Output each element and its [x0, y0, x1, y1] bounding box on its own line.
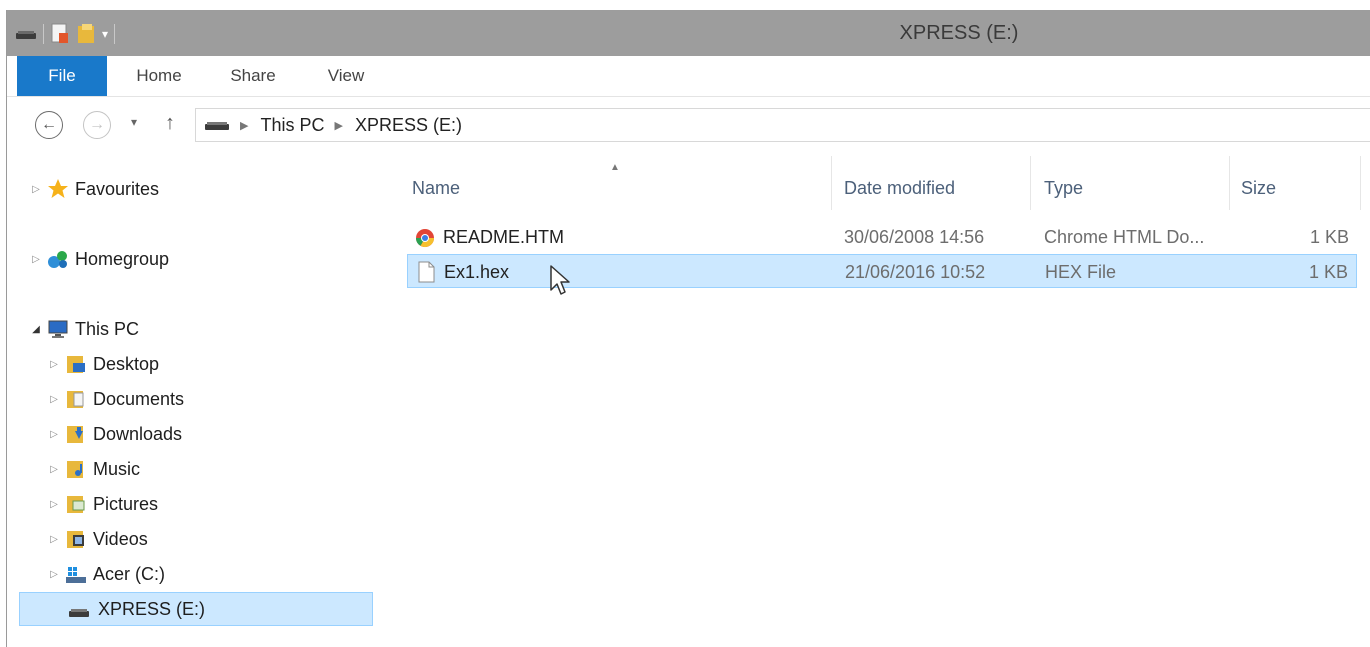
blank-file-icon [418, 261, 435, 283]
computer-icon [48, 320, 68, 338]
navigation-pane: ▷ Favourites ▷ Homegroup ◢ This PC ▷ Des… [7, 156, 377, 647]
expand-arrow-icon[interactable]: ▷ [47, 464, 61, 475]
expand-arrow-icon[interactable]: ▷ [47, 569, 61, 580]
documents-folder-icon [67, 391, 84, 408]
music-folder-icon [67, 461, 83, 478]
expand-arrow-icon[interactable]: ▷ [47, 499, 61, 510]
homegroup-icon [48, 251, 67, 268]
back-arrow-icon: ← [41, 116, 57, 133]
nav-label: Videos [93, 528, 148, 549]
nav-label: XPRESS (E:) [98, 598, 206, 619]
system-drive-icon [66, 567, 86, 583]
up-arrow-icon: ↑ [165, 112, 175, 134]
nav-favourites[interactable]: ▷ Favourites [29, 172, 159, 206]
title-bar: ▾ XPRESS (E:) [7, 10, 1370, 56]
collapse-arrow-icon[interactable]: ◢ [29, 324, 43, 335]
file-list: ▲ Name Date modified Type Size README.HT… [402, 156, 1370, 647]
window-title: XPRESS (E:) [899, 22, 1019, 44]
removable-drive-icon [69, 609, 89, 617]
chrome-icon [416, 229, 434, 248]
file-size: 1 KB [1309, 227, 1349, 247]
nav-videos[interactable]: ▷ Videos [47, 522, 148, 556]
nav-label: This PC [75, 318, 140, 339]
nav-downloads[interactable]: ▷ Downloads [47, 417, 182, 451]
videos-folder-icon [67, 531, 84, 548]
mouse-pointer-icon [550, 265, 570, 295]
column-divider[interactable] [831, 156, 832, 210]
downloads-folder-icon [67, 426, 83, 443]
breadcrumb-separator-icon: ▶ [240, 119, 249, 132]
nav-label: Documents [93, 388, 185, 409]
column-divider[interactable] [1229, 156, 1230, 210]
expand-arrow-icon[interactable]: ▷ [47, 429, 61, 440]
expand-arrow-icon[interactable]: ▷ [47, 359, 61, 370]
nav-pictures[interactable]: ▷ Pictures [47, 487, 158, 521]
column-header-type[interactable]: Type [1044, 168, 1083, 208]
file-date: 21/06/2016 10:52 [845, 262, 986, 282]
star-icon [48, 179, 68, 198]
forward-button[interactable]: → [83, 111, 111, 139]
expand-arrow-icon[interactable]: ▷ [47, 394, 61, 405]
explorer-window: ▾ XPRESS (E:) File Home Share View ← → ▾… [6, 10, 1370, 647]
nav-label: Music [93, 458, 141, 479]
column-header-name[interactable]: Name [412, 168, 460, 208]
nav-acer-drive[interactable]: ▷ Acer (C:) [47, 557, 165, 591]
nav-desktop[interactable]: ▷ Desktop [47, 347, 159, 381]
drive-icon [205, 122, 229, 130]
file-name[interactable]: Ex1.hex [444, 255, 509, 289]
ribbon: File Home Share View [7, 56, 1370, 97]
nav-documents[interactable]: ▷ Documents [47, 382, 184, 416]
desktop-folder-icon [67, 356, 85, 373]
forward-arrow-icon: → [89, 116, 105, 133]
column-header-size[interactable]: Size [1241, 168, 1276, 208]
column-divider[interactable] [1360, 156, 1361, 210]
recent-locations-button[interactable]: ▾ [131, 115, 137, 129]
tab-file[interactable]: File [17, 56, 107, 96]
tab-view[interactable]: View [311, 56, 381, 96]
file-type: Chrome HTML Do... [1044, 227, 1205, 247]
expand-arrow-icon[interactable]: ▷ [47, 534, 61, 545]
sort-ascending-icon: ▲ [610, 162, 620, 173]
nav-music[interactable]: ▷ Music [47, 452, 140, 486]
address-bar[interactable]: ▶ This PC ▶ XPRESS (E:) [195, 108, 1370, 142]
up-button[interactable]: ↑ [165, 112, 175, 135]
column-header-date[interactable]: Date modified [844, 168, 955, 208]
nav-label: Desktop [93, 353, 160, 374]
nav-this-pc[interactable]: ◢ This PC [29, 312, 139, 346]
nav-label: Pictures [93, 493, 159, 514]
breadcrumb-xpress[interactable]: XPRESS (E:) [355, 115, 462, 136]
nav-label: Favourites [75, 178, 160, 199]
nav-label: Homegroup [75, 248, 170, 269]
file-date: 30/06/2008 14:56 [844, 227, 985, 247]
address-row: ← → ▾ ↑ ▶ This PC ▶ XPRESS (E:) [7, 106, 1370, 146]
back-button[interactable]: ← [35, 111, 63, 139]
pictures-folder-icon [67, 496, 85, 513]
tab-home[interactable]: Home [119, 56, 199, 96]
file-size: 1 KB [1308, 262, 1348, 282]
file-type: HEX File [1045, 262, 1117, 282]
expand-arrow-icon[interactable]: ▷ [29, 254, 43, 265]
breadcrumb-this-pc[interactable]: This PC [260, 115, 324, 136]
breadcrumb-separator-icon: ▶ [334, 119, 343, 132]
nav-xpress-drive[interactable]: XPRESS (E:) [19, 592, 373, 626]
nav-label: Downloads [93, 423, 183, 444]
column-divider[interactable] [1030, 156, 1031, 210]
file-name[interactable]: README.HTM [443, 220, 564, 254]
file-row[interactable]: README.HTM 30/06/2008 14:56 Chrome HTML … [407, 220, 1357, 254]
nav-label: Acer (C:) [93, 563, 165, 584]
tab-share[interactable]: Share [213, 56, 293, 96]
chevron-down-icon: ▾ [131, 115, 138, 129]
nav-homegroup[interactable]: ▷ Homegroup [29, 242, 169, 276]
expand-arrow-icon[interactable]: ▷ [29, 184, 43, 195]
